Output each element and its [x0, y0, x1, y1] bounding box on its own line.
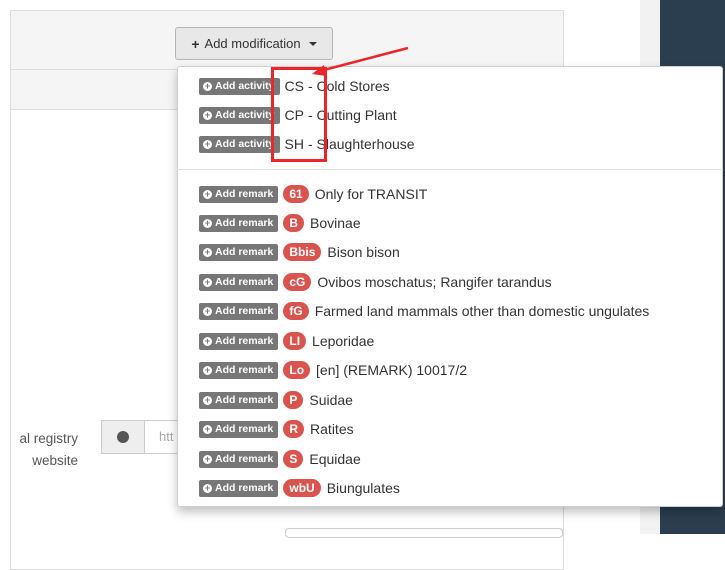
remark-item[interactable]: + Add remark P Suidae [199, 389, 353, 411]
remark-text: Equidae [309, 451, 361, 467]
add-remark-tag[interactable]: + Add remark [199, 185, 279, 203]
add-remark-tag[interactable]: + Add remark [199, 391, 279, 409]
remark-badge: P [283, 391, 304, 409]
add-remark-tag[interactable]: + Add remark [199, 420, 279, 438]
plus-circle-icon: + [203, 364, 212, 375]
remark-text: [en] (REMARK) 10017/2 [316, 362, 467, 378]
remark-text: Only for TRANSIT [314, 186, 428, 202]
add-remark-tag[interactable]: + Add remark [199, 273, 279, 291]
remark-text: Leporidae [312, 333, 375, 349]
remark-item[interactable]: + Add remark LI Leporidae [199, 330, 374, 352]
plus-circle-icon: + [203, 80, 212, 91]
remark-text: Bison bison [327, 244, 400, 260]
remark-text: Suidae [309, 392, 353, 408]
add-remark-tag[interactable]: + Add remark [199, 302, 279, 320]
plus-circle-icon: + [203, 217, 212, 228]
add-remark-tag[interactable]: + Add remark [199, 479, 279, 497]
remark-badge: 61 [283, 185, 309, 203]
plus-circle-icon: + [203, 305, 212, 316]
remark-text: Biungulates [326, 480, 400, 496]
registry-label: al registry website [19, 431, 78, 468]
remark-text: Farmed land mammals other than domestic … [314, 303, 650, 319]
plus-circle-icon: + [203, 109, 212, 120]
remark-badge: S [283, 450, 304, 468]
bottom-input[interactable] [285, 528, 563, 538]
remark-text: Ovibos moschatus; Rangifer tarandus [317, 274, 552, 290]
menu-divider [177, 169, 723, 170]
remark-text: Ratites [310, 421, 354, 437]
add-remark-tag[interactable]: + Add remark [199, 332, 279, 350]
plus-circle-icon: + [203, 138, 212, 149]
add-activity-tag[interactable]: + Add activity [199, 135, 280, 153]
plus-circle-icon: + [203, 423, 212, 434]
registry-addon [101, 420, 145, 454]
remark-badge: LI [283, 332, 307, 350]
remark-badge: B [283, 214, 305, 232]
plus-circle-icon: + [203, 482, 212, 493]
plus-circle-icon: + [203, 335, 212, 346]
plus-circle-icon: + [203, 246, 212, 257]
add-activity-tag[interactable]: + Add activity [199, 106, 280, 124]
remark-item[interactable]: + Add remark B Bovinae [199, 212, 361, 234]
plus-circle-icon: + [203, 188, 212, 199]
remark-badge: cG [283, 273, 312, 291]
remark-item[interactable]: + Add remark cG Ovibos moschatus; Rangife… [199, 271, 552, 293]
add-remark-tag[interactable]: + Add remark [199, 361, 279, 379]
remark-badge: Lo [283, 361, 311, 379]
plus-circle-icon: + [203, 276, 212, 287]
remark-item[interactable]: + Add remark Bbis Bison bison [199, 241, 400, 263]
add-activity-tag[interactable]: + Add activity [199, 77, 280, 95]
remark-badge: Bbis [283, 243, 322, 261]
remark-item[interactable]: + Add remark fG Farmed land mammals other… [199, 300, 649, 322]
remark-text: Bovinae [310, 215, 361, 231]
remark-badge: R [283, 420, 305, 438]
globe-icon [117, 431, 129, 443]
remark-item[interactable]: + Add remark R Ratites [199, 418, 354, 440]
add-remark-tag[interactable]: + Add remark [199, 214, 279, 232]
plus-icon: + [191, 35, 200, 52]
remark-item[interactable]: + Add remark 61 Only for TRANSIT [199, 183, 427, 205]
add-remark-tag[interactable]: + Add remark [199, 450, 279, 468]
plus-circle-icon: + [203, 394, 212, 405]
remark-badge: wbU [283, 479, 321, 497]
remark-item[interactable]: + Add remark S Equidae [199, 448, 361, 470]
remark-item[interactable]: + Add remark Lo [en] (REMARK) 10017/2 [199, 359, 467, 381]
add-remark-tag[interactable]: + Add remark [199, 243, 279, 261]
remark-badge: fG [283, 302, 309, 320]
annotation-arrow [312, 46, 409, 76]
remark-item[interactable]: + Add remark wbU Biungulates [199, 477, 400, 499]
add-modification-label: Add modification [204, 36, 301, 51]
plus-circle-icon: + [203, 453, 212, 464]
